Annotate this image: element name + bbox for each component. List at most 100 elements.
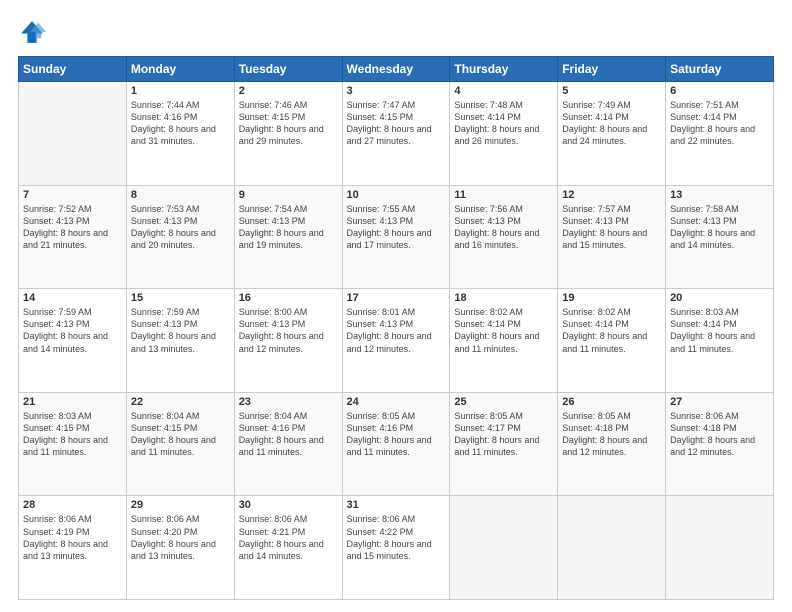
- day-info: Sunrise: 7:59 AMSunset: 4:13 PMDaylight:…: [23, 306, 122, 355]
- day-info: Sunrise: 8:04 AMSunset: 4:16 PMDaylight:…: [239, 410, 338, 459]
- day-number: 9: [239, 189, 338, 201]
- calendar-cell: 16 Sunrise: 8:00 AMSunset: 4:13 PMDayligh…: [234, 289, 342, 393]
- day-info: Sunrise: 8:01 AMSunset: 4:13 PMDaylight:…: [347, 306, 446, 355]
- day-info: Sunrise: 8:02 AMSunset: 4:14 PMDaylight:…: [454, 306, 553, 355]
- day-number: 26: [562, 396, 661, 408]
- logo-icon: [18, 18, 46, 46]
- day-number: 3: [347, 85, 446, 97]
- calendar-cell: 31Sunrise: 8:06 AMSunset: 4:22 PMDayligh…: [342, 496, 450, 600]
- calendar-cell: 11 Sunrise: 7:56 AMSunset: 4:13 PMDayligh…: [450, 185, 558, 289]
- day-number: 20: [670, 292, 769, 304]
- day-number: 11: [454, 189, 553, 201]
- weekday-header-saturday: Saturday: [666, 57, 774, 82]
- day-info: Sunrise: 7:51 AMSunset: 4:14 PMDaylight:…: [670, 99, 769, 148]
- day-info: Sunrise: 8:03 AMSunset: 4:14 PMDaylight:…: [670, 306, 769, 355]
- day-number: 22: [131, 396, 230, 408]
- calendar-cell: 17 Sunrise: 8:01 AMSunset: 4:13 PMDayligh…: [342, 289, 450, 393]
- weekday-header-friday: Friday: [558, 57, 666, 82]
- day-number: 14: [23, 292, 122, 304]
- day-info: Sunrise: 7:44 AMSunset: 4:16 PMDaylight:…: [131, 99, 230, 148]
- calendar-week-row: 1 Sunrise: 7:44 AMSunset: 4:16 PMDaylight…: [19, 82, 774, 186]
- day-number: 29: [131, 499, 230, 511]
- day-number: 2: [239, 85, 338, 97]
- calendar-cell: 14 Sunrise: 7:59 AMSunset: 4:13 PMDayligh…: [19, 289, 127, 393]
- day-info: Sunrise: 8:05 AMSunset: 4:17 PMDaylight:…: [454, 410, 553, 459]
- day-info: Sunrise: 8:02 AMSunset: 4:14 PMDaylight:…: [562, 306, 661, 355]
- day-number: 5: [562, 85, 661, 97]
- weekday-header-tuesday: Tuesday: [234, 57, 342, 82]
- day-info: Sunrise: 8:00 AMSunset: 4:13 PMDaylight:…: [239, 306, 338, 355]
- day-number: 31: [347, 499, 446, 511]
- day-info: Sunrise: 7:48 AMSunset: 4:14 PMDaylight:…: [454, 99, 553, 148]
- weekday-header-wednesday: Wednesday: [342, 57, 450, 82]
- day-info: Sunrise: 8:04 AMSunset: 4:15 PMDaylight:…: [131, 410, 230, 459]
- day-info: Sunrise: 7:58 AMSunset: 4:13 PMDaylight:…: [670, 203, 769, 252]
- day-info: Sunrise: 7:55 AMSunset: 4:13 PMDaylight:…: [347, 203, 446, 252]
- page: SundayMondayTuesdayWednesdayThursdayFrid…: [0, 0, 792, 612]
- weekday-header-thursday: Thursday: [450, 57, 558, 82]
- day-number: 24: [347, 396, 446, 408]
- day-number: 13: [670, 189, 769, 201]
- day-number: 1: [131, 85, 230, 97]
- calendar-cell: 23 Sunrise: 8:04 AMSunset: 4:16 PMDayligh…: [234, 392, 342, 496]
- calendar-week-row: 21 Sunrise: 8:03 AMSunset: 4:15 PMDayligh…: [19, 392, 774, 496]
- calendar-cell: 26 Sunrise: 8:05 AMSunset: 4:18 PMDayligh…: [558, 392, 666, 496]
- calendar-cell: 12Sunrise: 7:57 AMSunset: 4:13 PMDayligh…: [558, 185, 666, 289]
- calendar-cell: 19 Sunrise: 8:02 AMSunset: 4:14 PMDayligh…: [558, 289, 666, 393]
- day-number: 17: [347, 292, 446, 304]
- header: [18, 18, 774, 46]
- day-number: 7: [23, 189, 122, 201]
- day-number: 8: [131, 189, 230, 201]
- calendar-cell: 2 Sunrise: 7:46 AMSunset: 4:15 PMDaylight…: [234, 82, 342, 186]
- calendar-cell: 20 Sunrise: 8:03 AMSunset: 4:14 PMDayligh…: [666, 289, 774, 393]
- day-info: Sunrise: 8:06 AMSunset: 4:21 PMDaylight:…: [239, 513, 338, 562]
- day-info: Sunrise: 8:06 AMSunset: 4:19 PMDaylight:…: [23, 513, 122, 562]
- weekday-header-row: SundayMondayTuesdayWednesdayThursdayFrid…: [19, 57, 774, 82]
- day-info: Sunrise: 7:59 AMSunset: 4:13 PMDaylight:…: [131, 306, 230, 355]
- calendar-cell: 29Sunrise: 8:06 AMSunset: 4:20 PMDayligh…: [126, 496, 234, 600]
- day-info: Sunrise: 8:05 AMSunset: 4:18 PMDaylight:…: [562, 410, 661, 459]
- day-number: 27: [670, 396, 769, 408]
- calendar-cell: 4 Sunrise: 7:48 AMSunset: 4:14 PMDaylight…: [450, 82, 558, 186]
- day-number: 15: [131, 292, 230, 304]
- calendar-week-row: 14 Sunrise: 7:59 AMSunset: 4:13 PMDayligh…: [19, 289, 774, 393]
- calendar-cell: 22 Sunrise: 8:04 AMSunset: 4:15 PMDayligh…: [126, 392, 234, 496]
- calendar-cell: 28 Sunrise: 8:06 AMSunset: 4:19 PMDayligh…: [19, 496, 127, 600]
- day-info: Sunrise: 7:54 AMSunset: 4:13 PMDaylight:…: [239, 203, 338, 252]
- calendar-cell: 6Sunrise: 7:51 AMSunset: 4:14 PMDaylight…: [666, 82, 774, 186]
- calendar-week-row: 28 Sunrise: 8:06 AMSunset: 4:19 PMDayligh…: [19, 496, 774, 600]
- calendar-week-row: 7 Sunrise: 7:52 AMSunset: 4:13 PMDaylight…: [19, 185, 774, 289]
- day-number: 19: [562, 292, 661, 304]
- calendar-cell: 13 Sunrise: 7:58 AMSunset: 4:13 PMDayligh…: [666, 185, 774, 289]
- calendar-cell: 7 Sunrise: 7:52 AMSunset: 4:13 PMDaylight…: [19, 185, 127, 289]
- day-info: Sunrise: 7:46 AMSunset: 4:15 PMDaylight:…: [239, 99, 338, 148]
- calendar-cell: 15 Sunrise: 7:59 AMSunset: 4:13 PMDayligh…: [126, 289, 234, 393]
- day-number: 4: [454, 85, 553, 97]
- calendar-cell: 1 Sunrise: 7:44 AMSunset: 4:16 PMDaylight…: [126, 82, 234, 186]
- day-info: Sunrise: 7:53 AMSunset: 4:13 PMDaylight:…: [131, 203, 230, 252]
- calendar-cell: [558, 496, 666, 600]
- day-info: Sunrise: 8:05 AMSunset: 4:16 PMDaylight:…: [347, 410, 446, 459]
- weekday-header-sunday: Sunday: [19, 57, 127, 82]
- day-number: 16: [239, 292, 338, 304]
- day-info: Sunrise: 7:47 AMSunset: 4:15 PMDaylight:…: [347, 99, 446, 148]
- day-number: 23: [239, 396, 338, 408]
- day-number: 28: [23, 499, 122, 511]
- calendar-cell: 8 Sunrise: 7:53 AMSunset: 4:13 PMDaylight…: [126, 185, 234, 289]
- day-info: Sunrise: 8:03 AMSunset: 4:15 PMDaylight:…: [23, 410, 122, 459]
- day-number: 25: [454, 396, 553, 408]
- day-number: 21: [23, 396, 122, 408]
- day-number: 10: [347, 189, 446, 201]
- calendar-cell: 10 Sunrise: 7:55 AMSunset: 4:13 PMDayligh…: [342, 185, 450, 289]
- calendar-cell: 9 Sunrise: 7:54 AMSunset: 4:13 PMDaylight…: [234, 185, 342, 289]
- calendar-cell: 3 Sunrise: 7:47 AMSunset: 4:15 PMDaylight…: [342, 82, 450, 186]
- calendar-cell: 18 Sunrise: 8:02 AMSunset: 4:14 PMDayligh…: [450, 289, 558, 393]
- day-number: 30: [239, 499, 338, 511]
- day-number: 18: [454, 292, 553, 304]
- calendar-table: SundayMondayTuesdayWednesdayThursdayFrid…: [18, 56, 774, 600]
- day-info: Sunrise: 7:52 AMSunset: 4:13 PMDaylight:…: [23, 203, 122, 252]
- calendar-cell: 25 Sunrise: 8:05 AMSunset: 4:17 PMDayligh…: [450, 392, 558, 496]
- calendar-cell: 21 Sunrise: 8:03 AMSunset: 4:15 PMDayligh…: [19, 392, 127, 496]
- day-info: Sunrise: 7:56 AMSunset: 4:13 PMDaylight:…: [454, 203, 553, 252]
- day-info: Sunrise: 8:06 AMSunset: 4:18 PMDaylight:…: [670, 410, 769, 459]
